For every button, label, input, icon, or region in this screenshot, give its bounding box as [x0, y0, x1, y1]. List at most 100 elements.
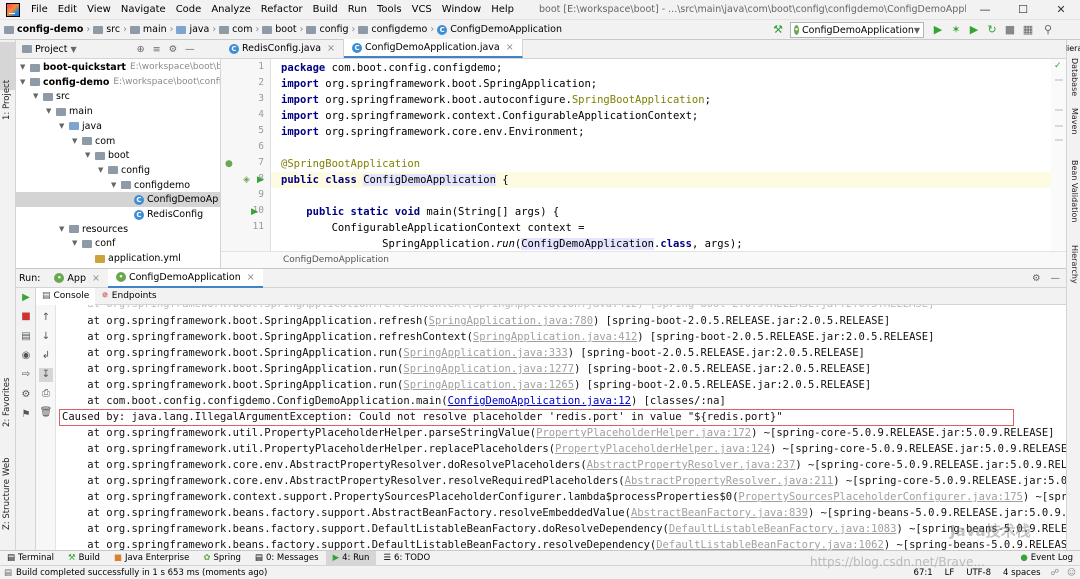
structure-tool-tab[interactable]: Z: Structure	[2, 479, 12, 530]
expand-arrow-icon[interactable]: ▼	[85, 148, 95, 163]
close-tab-icon[interactable]: ×	[247, 272, 255, 283]
tree-item[interactable]: ▼ src	[33, 89, 70, 104]
spring-tab[interactable]: ✿ Spring	[196, 551, 248, 566]
terminal-tab[interactable]: ▤ Terminal	[0, 551, 61, 566]
tree-item[interactable]: ▼ resources	[59, 222, 128, 237]
line-separator[interactable]: LF	[939, 568, 961, 578]
gear-icon[interactable]: ⚙	[169, 44, 178, 55]
menu-build[interactable]: Build	[308, 0, 343, 20]
lock-icon[interactable]: ☍	[1047, 568, 1064, 578]
menu-view[interactable]: View	[82, 0, 116, 20]
java-enterprise-tab[interactable]: ■ Java Enterprise	[107, 551, 196, 566]
close-tab-icon[interactable]: ×	[506, 42, 514, 53]
todo-tab[interactable]: ☰ 6: TODO	[376, 551, 437, 566]
project-structure-icon[interactable]: ▦	[1020, 22, 1036, 38]
expand-arrow-icon[interactable]: ▼	[59, 222, 69, 237]
code-editor[interactable]: package com.boot.config.configdemo; impo…	[271, 59, 1051, 251]
indent-setting[interactable]: 4 spaces	[997, 568, 1046, 578]
tree-item[interactable]: ▼ conf	[72, 236, 115, 251]
tree-item[interactable]: ▼ com	[72, 134, 115, 149]
crumb-com[interactable]: com	[232, 24, 252, 35]
endpoints-tab[interactable]: ✵ Endpoints	[95, 288, 162, 305]
hide-icon[interactable]: —	[185, 44, 195, 55]
console-output[interactable]: at org.springframework.boot.SpringApplic…	[56, 305, 1066, 550]
coverage-icon[interactable]: ▶	[966, 22, 982, 38]
favorites-tool-tab[interactable]: 2: Favorites	[2, 378, 12, 427]
bean-validation-tool-tab[interactable]: Bean Validation	[1070, 160, 1079, 222]
run-config-select[interactable]: • ConfigDemoApplication ▼	[790, 22, 924, 38]
project-tool-tab[interactable]: 1: Project	[2, 80, 12, 120]
minimize-icon[interactable]: —	[966, 3, 1004, 16]
event-log-tab[interactable]: ● Event Log	[1013, 551, 1080, 566]
menu-run[interactable]: Run	[343, 0, 372, 20]
layout-icon[interactable]: ▤	[4, 568, 12, 578]
soft-wrap-icon[interactable]: ↲	[39, 349, 53, 363]
search-icon[interactable]: ⚲	[1040, 22, 1056, 38]
expand-arrow-icon[interactable]: ▼	[33, 89, 43, 104]
stop-icon[interactable]: ■	[19, 310, 33, 324]
close-tab-icon[interactable]: ×	[92, 273, 100, 284]
gear-icon[interactable]: ⚙	[1032, 273, 1041, 284]
print-icon[interactable]: ⎙	[39, 387, 53, 401]
crumb-main[interactable]: main	[143, 24, 167, 35]
maven-tool-tab[interactable]: Maven	[1070, 108, 1079, 135]
expand-arrow-icon[interactable]: ▼	[98, 163, 108, 178]
console-tab[interactable]: ▤ Console	[36, 287, 96, 305]
run-gutter-icon[interactable]: ▶	[251, 207, 258, 217]
run-tab-configdemoapplication[interactable]: • ConfigDemoApplication ×	[107, 268, 263, 288]
database-tool-tab[interactable]: Database	[1070, 58, 1079, 96]
login-icon[interactable]: ⇨	[19, 368, 33, 382]
profile-icon[interactable]: ↻	[984, 22, 1000, 38]
tree-item[interactable]: ▼ main	[46, 104, 93, 119]
menu-navigate[interactable]: Navigate	[116, 0, 171, 20]
editor-scroll-markers[interactable]: ✓	[1051, 59, 1066, 251]
tab-configdemoapplication[interactable]: C ConfigDemoApplication.java ×	[344, 39, 523, 58]
expand-arrow-icon[interactable]: ▼	[72, 134, 82, 149]
tree-item[interactable]: C ConfigDemoAp	[16, 192, 220, 208]
up-arrow-icon[interactable]: ↑	[39, 311, 53, 325]
tree-item[interactable]: ▼ configdemo	[111, 178, 190, 193]
menu-tools[interactable]: Tools	[372, 0, 407, 20]
expand-arrow-icon[interactable]: ▼	[111, 178, 121, 193]
crumb-configdemo[interactable]: configdemo	[371, 24, 427, 35]
editor-breadcrumb[interactable]: ConfigDemoApplication	[221, 251, 1066, 268]
tree-item[interactable]: ▼ config-demoE:\workspace\boot\config-d..…	[20, 75, 220, 90]
menu-file[interactable]: File	[26, 0, 53, 20]
crumb-java[interactable]: java	[189, 24, 209, 35]
expand-arrow-icon[interactable]: ▼	[20, 75, 30, 90]
tree-item[interactable]: application.yml	[85, 251, 181, 266]
expand-arrow-icon[interactable]: ▼	[72, 236, 82, 251]
expand-arrow-icon[interactable]: ▼	[46, 104, 56, 119]
menu-help[interactable]: Help	[486, 0, 519, 20]
stop-icon[interactable]: ■	[1002, 22, 1018, 38]
menu-edit[interactable]: Edit	[53, 0, 82, 20]
crumb-src[interactable]: src	[106, 24, 120, 35]
run-tab-app[interactable]: • App ×	[46, 269, 108, 288]
down-arrow-icon[interactable]: ↓	[39, 330, 53, 344]
build-tab[interactable]: ⚒ Build	[61, 551, 107, 566]
collapse-icon[interactable]: ≡	[153, 44, 161, 55]
camera-icon[interactable]: ◉	[19, 349, 33, 363]
close-icon[interactable]: ✕	[1042, 3, 1080, 16]
spring-gutter-icon[interactable]: ◈	[243, 175, 250, 185]
settings-icon[interactable]: ⚙	[19, 388, 33, 402]
debug-icon[interactable]: ✶	[948, 22, 964, 38]
spring-bean-gutter-icon[interactable]: ●	[225, 159, 233, 169]
run-gutter-icon[interactable]: ▶	[257, 175, 264, 185]
crumb-boot[interactable]: boot	[275, 24, 296, 35]
tree-item[interactable]: ▼ boot	[85, 148, 129, 163]
scroll-to-end-icon[interactable]: ↧	[39, 368, 53, 382]
rerun-icon[interactable]: ▶	[19, 291, 33, 305]
tree-item[interactable]: ▼ boot-quickstartE:\workspace\boot\boot-.…	[20, 60, 220, 75]
project-view-select[interactable]: Project	[35, 44, 68, 55]
web-tool-tab[interactable]: Web	[2, 457, 12, 476]
menu-analyze[interactable]: Analyze	[206, 0, 255, 20]
restore-layout-icon[interactable]: ▤	[19, 330, 33, 344]
file-encoding[interactable]: UTF-8	[960, 568, 997, 578]
tree-item[interactable]: ▼ config	[98, 163, 150, 178]
crumb-config-demo[interactable]: config-demo	[17, 24, 83, 35]
status-message[interactable]: Build completed successfully in 1 s 653 …	[16, 568, 267, 578]
tree-item[interactable]: C RedisConfig	[124, 207, 203, 222]
close-tab-icon[interactable]: ×	[327, 43, 335, 54]
tree-item[interactable]: ▼ java	[59, 119, 102, 134]
